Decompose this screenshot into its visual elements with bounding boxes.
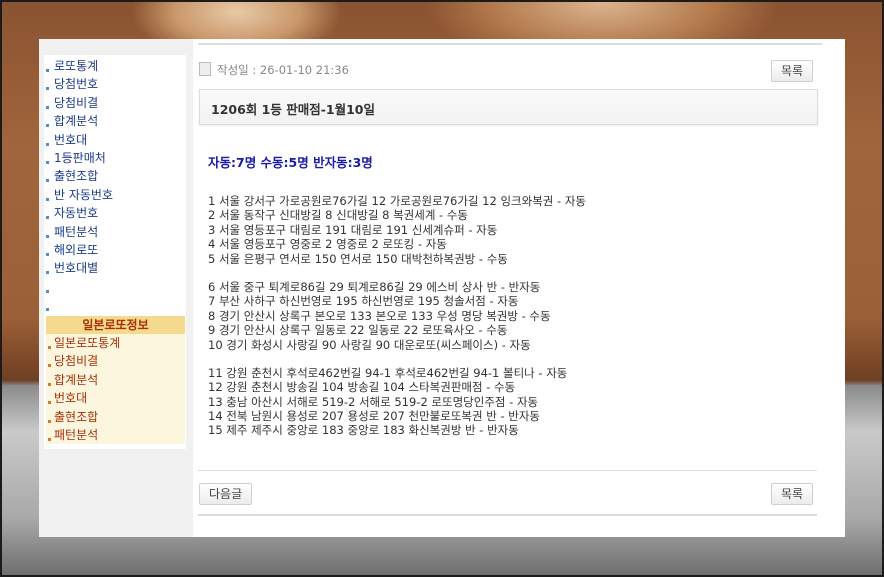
- store-line: 10 경기 화성시 사랑길 90 사랑길 90 대운로또(씨스페이스) - 자동: [208, 337, 531, 352]
- store-line: 8 경기 안산시 상록구 본오로 133 본오로 133 우성 명당 복권방 -…: [208, 308, 551, 323]
- divider: [198, 470, 817, 471]
- post-summary: 자동:7명 수동:5명 반자동:3명: [208, 155, 373, 170]
- japan-item-pattern-analysis[interactable]: 패턴분석: [46, 426, 185, 444]
- sidebar-item-number-range[interactable]: 번호대: [44, 131, 186, 149]
- sidebar-item-by-number-range[interactable]: 번호대별: [44, 259, 186, 277]
- sidebar-item-sum-analysis[interactable]: 합계분석: [44, 112, 186, 130]
- store-list: 1 서울 강서구 가로공원로76가길 12 가로공원로76가길 12 잉크와복권…: [208, 194, 808, 438]
- document-icon: [199, 62, 211, 76]
- sidebar-item-lotto-stats[interactable]: 로또통계: [44, 57, 186, 75]
- sidebar-item-empty: [44, 278, 186, 296]
- sidebar-item-auto-numbers[interactable]: 자동번호: [44, 204, 186, 222]
- store-line: 6 서울 중구 퇴계로86길 29 퇴계로86길 29 에스비 상사 반 - 반…: [208, 279, 541, 294]
- divider: [198, 43, 822, 45]
- sidebar-item-first-prize-stores[interactable]: 1등판매처: [44, 149, 186, 167]
- sidebar-item-winning-secret[interactable]: 당첨비결: [44, 94, 186, 112]
- sidebar-item-overseas-lotto[interactable]: 해외로또: [44, 241, 186, 259]
- store-line: 14 전북 남원시 용성로 207 용성로 207 천만불로또복권 반 - 반자…: [208, 409, 540, 424]
- post-meta: 작성일 : 26-01-10 21:36: [199, 62, 349, 78]
- japan-item-appearance-combo[interactable]: 출현조합: [46, 408, 185, 426]
- list-button-bottom[interactable]: 목록: [771, 483, 814, 505]
- japan-item-sum-analysis[interactable]: 합계분석: [46, 371, 185, 389]
- sidebar-item-winning-numbers[interactable]: 당첨번호: [44, 75, 186, 93]
- sidebar-item-pattern-analysis[interactable]: 패턴분석: [44, 223, 186, 241]
- store-line: 2 서울 동작구 신대방길 8 신대방길 8 복권세계 - 수동: [208, 208, 469, 223]
- sidebar-item-appearance-combo[interactable]: 출현조합: [44, 167, 186, 185]
- next-post-button[interactable]: 다음글: [199, 483, 253, 505]
- store-line: 4 서울 영등포구 영중로 2 영중로 2 로또킹 - 자동: [208, 237, 447, 252]
- post-title-box: 1206회 1등 판매점-1월10일: [199, 89, 818, 125]
- store-line: 12 강원 춘천시 방송길 104 방송길 104 스타복권판매점 - 수동: [208, 380, 516, 395]
- japan-item-winning-secret[interactable]: 당첨비결: [46, 352, 185, 370]
- store-line: 5 서울 은평구 연서로 150 연서로 150 대박천하복권방 - 수동: [208, 251, 508, 266]
- list-button-top[interactable]: 목록: [771, 60, 814, 82]
- group-gap: [208, 266, 808, 280]
- sidebar-item-empty: [44, 296, 186, 314]
- divider: [198, 514, 817, 516]
- store-line: 11 강원 춘천시 후석로462번길 94-1 후석로462번길 94-1 볼티…: [208, 365, 568, 380]
- japan-item-lotto-stats[interactable]: 일본로또통계: [46, 334, 185, 352]
- store-line: 1 서울 강서구 가로공원로76가길 12 가로공원로76가길 12 잉크와복권…: [208, 194, 586, 208]
- store-line: 15 제주 제주시 중앙로 183 중앙로 183 화신복권방 반 - 반자동: [208, 423, 519, 438]
- store-line: 13 충남 아산시 서해로 519-2 서해로 519-2 로또명당인주점 - …: [208, 394, 539, 409]
- japan-lotto-menu: 일본로또통계 당첨비결 합계분석 번호대 출현조합 패턴분석: [46, 334, 185, 445]
- japan-lotto-header: 일본로또정보: [46, 316, 185, 334]
- store-line: 3 서울 영등포구 대림로 191 대림로 191 신세계슈퍼 - 자동: [208, 222, 498, 237]
- post-date: 작성일 : 26-01-10 21:36: [217, 63, 349, 77]
- store-line: 9 경기 안산시 상록구 일동로 22 일동로 22 로또육사오 - 수동: [208, 323, 508, 338]
- sidebar-item-semi-auto-numbers[interactable]: 반 자동번호: [44, 186, 186, 204]
- sidebar-menu: 로또통계 당첨번호 당첨비결 합계분석 번호대 1등판매처 출현조합 반 자동번…: [44, 55, 186, 314]
- japan-item-number-range[interactable]: 번호대: [46, 389, 185, 407]
- post-title: 1206회 1등 판매점-1월10일: [211, 102, 375, 117]
- group-gap: [208, 352, 808, 366]
- store-line: 7 부산 사하구 하신번영로 195 하신번영로 195 청솔서점 - 자동: [208, 294, 519, 309]
